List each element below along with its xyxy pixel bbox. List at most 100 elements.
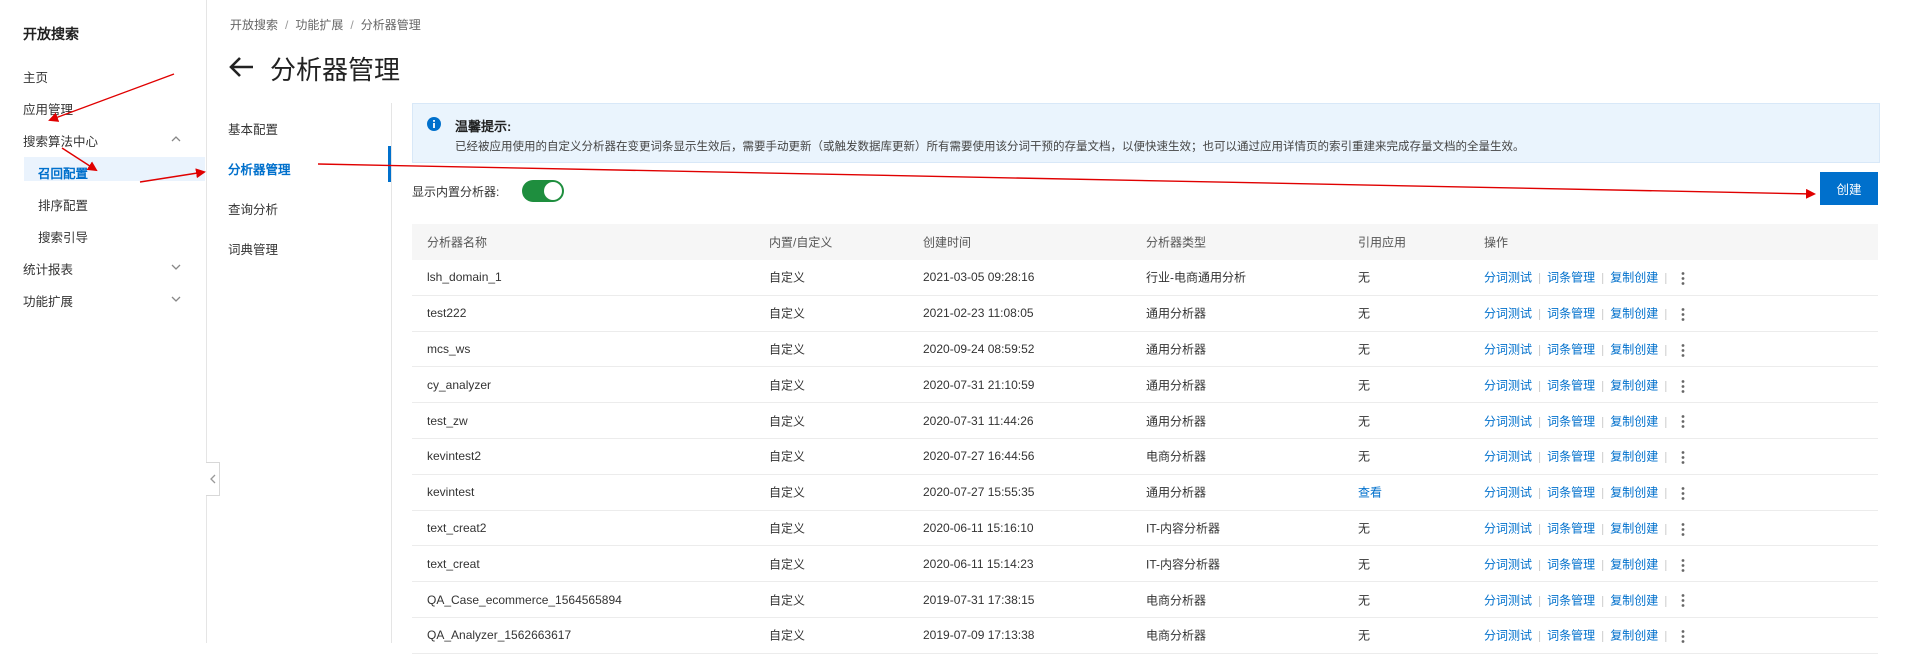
more-vertical-icon[interactable]	[1681, 379, 1685, 393]
term-management-link[interactable]: 词条管理	[1547, 486, 1595, 500]
term-management-link[interactable]: 词条管理	[1547, 557, 1595, 571]
copy-create-link[interactable]: 复制创建	[1610, 486, 1658, 500]
term-management-link[interactable]: 词条管理	[1547, 629, 1595, 643]
copy-create-link[interactable]: 复制创建	[1610, 378, 1658, 392]
created-time: 2020-06-11 15:16:10	[923, 520, 1034, 535]
referenced-apps: 无	[1358, 270, 1371, 285]
copy-create-link[interactable]: 复制创建	[1610, 521, 1658, 535]
tokenize-test-link[interactable]: 分词测试	[1484, 593, 1532, 607]
action-separator: |	[1538, 521, 1542, 536]
chevron-up-icon[interactable]	[170, 133, 182, 145]
created-time: 2020-09-24 08:59:52	[923, 341, 1035, 356]
table-row: cy_analyzer 自定义 2020-07-31 21:10:59 通用分析器 无 分…	[412, 367, 1878, 404]
copy-create-link[interactable]: 复制创建	[1610, 307, 1658, 321]
tokenize-test-link[interactable]: 分词测试	[1484, 629, 1532, 643]
tab-basic-config[interactable]: 基本配置	[228, 119, 278, 138]
table-row: kevintest2 自定义 2020-07-27 16:44:56 电商分析器 无 分词…	[412, 439, 1878, 475]
analyzer-type: 通用分析器	[1146, 342, 1207, 357]
table-row: test222 自定义 2021-02-23 11:08:05 通用分析器 无 分词测试 |…	[412, 296, 1878, 332]
term-management-link[interactable]: 词条管理	[1547, 593, 1595, 607]
chevron-down-icon[interactable]	[170, 261, 182, 273]
tokenize-test-link[interactable]: 分词测试	[1484, 414, 1532, 428]
analyzer-origin: 自定义	[769, 521, 806, 536]
more-vertical-icon[interactable]	[1681, 630, 1685, 644]
referenced-apps: 无	[1358, 378, 1371, 393]
sidebar-item-home[interactable]: 主页	[23, 67, 48, 86]
copy-create-link[interactable]: 复制创建	[1610, 271, 1658, 285]
breadcrumb: 开放搜索 / 功能扩展 / 分析器管理	[230, 16, 421, 33]
show-builtin-toggle[interactable]	[522, 180, 564, 202]
tokenize-test-link[interactable]: 分词测试	[1484, 342, 1532, 356]
copy-create-link[interactable]: 复制创建	[1610, 593, 1658, 607]
analyzer-type: IT-内容分析器	[1146, 521, 1220, 536]
chevron-down-icon[interactable]	[170, 293, 182, 305]
breadcrumb-item[interactable]: 功能扩展	[295, 18, 343, 32]
more-vertical-icon[interactable]	[1681, 272, 1685, 286]
create-button[interactable]: 创建	[1820, 172, 1878, 205]
analyzer-type: 电商分析器	[1146, 449, 1207, 464]
sidebar-item-ranking-config[interactable]: 排序配置	[38, 195, 88, 214]
table-row: mcs_ws 自定义 2020-09-24 08:59:52 通用分析器 无 分词测试 | 词…	[412, 332, 1878, 368]
term-management-link[interactable]: 词条管理	[1547, 271, 1595, 285]
breadcrumb-separator: /	[350, 18, 354, 32]
sidebar-item-search-algorithm-center[interactable]: 搜索算法中心	[23, 131, 98, 150]
sidebar-item-extensions[interactable]: 功能扩展	[23, 291, 73, 310]
more-vertical-icon[interactable]	[1681, 343, 1685, 357]
tokenize-test-link[interactable]: 分词测试	[1484, 521, 1532, 535]
term-management-link[interactable]: 词条管理	[1547, 521, 1595, 535]
referenced-apps[interactable]: 查看	[1358, 484, 1382, 501]
action-separator: |	[1601, 521, 1605, 536]
copy-create-link[interactable]: 复制创建	[1610, 342, 1658, 356]
tokenize-test-link[interactable]: 分词测试	[1484, 271, 1532, 285]
table-header: 分析器名称 内置/自定义 创建时间 分析器类型 引用应用 操作	[412, 224, 1878, 260]
show-builtin-label: 显示内置分析器:	[412, 185, 500, 199]
term-management-link[interactable]: 词条管理	[1547, 450, 1595, 464]
created-time: 2020-07-31 21:10:59	[923, 377, 1035, 392]
tokenize-test-link[interactable]: 分词测试	[1484, 557, 1532, 571]
info-icon	[427, 117, 441, 131]
more-vertical-icon[interactable]	[1681, 451, 1685, 465]
column-header: 内置/自定义	[769, 235, 833, 250]
tab-analyzer-management[interactable]: 分析器管理	[228, 159, 291, 178]
copy-create-link[interactable]: 复制创建	[1610, 414, 1658, 428]
row-actions: 分词测试 | 词条管理 | 复制创建 |	[1484, 412, 1685, 429]
more-vertical-icon[interactable]	[1681, 415, 1685, 429]
action-separator: |	[1538, 270, 1542, 285]
tab-dictionary-management[interactable]: 词典管理	[228, 239, 278, 258]
analyzer-name: mcs_ws	[427, 341, 471, 356]
table-row: QA_Analyzer_1562663617 自定义 2019-07-09 17:1…	[412, 618, 1878, 654]
term-management-link[interactable]: 词条管理	[1547, 342, 1595, 356]
more-vertical-icon[interactable]	[1681, 594, 1685, 608]
more-vertical-icon[interactable]	[1681, 558, 1685, 572]
sidebar-item-recall-config[interactable]: 召回配置	[38, 163, 88, 182]
copy-create-link[interactable]: 复制创建	[1610, 557, 1658, 571]
tokenize-test-link[interactable]: 分词测试	[1484, 450, 1532, 464]
sidebar-item-app-management[interactable]: 应用管理	[23, 99, 73, 118]
copy-create-link[interactable]: 复制创建	[1610, 629, 1658, 643]
referenced-apps: 无	[1358, 449, 1371, 464]
created-time: 2020-07-31 11:44:26	[923, 413, 1034, 428]
tokenize-test-link[interactable]: 分词测试	[1484, 378, 1532, 392]
copy-create-link[interactable]: 复制创建	[1610, 450, 1658, 464]
tokenize-test-link[interactable]: 分词测试	[1484, 307, 1532, 321]
table-row: QA_Case_ecommerce_1564565894 自定义 2019-07-3…	[412, 582, 1878, 618]
tokenize-test-link[interactable]: 分词测试	[1484, 486, 1532, 500]
more-vertical-icon[interactable]	[1681, 308, 1685, 322]
analyzer-origin: 自定义	[769, 306, 806, 321]
more-vertical-icon[interactable]	[1681, 487, 1685, 501]
more-vertical-icon[interactable]	[1681, 522, 1685, 536]
term-management-link[interactable]: 词条管理	[1547, 307, 1595, 321]
tab-query-analysis[interactable]: 查询分析	[228, 199, 278, 218]
term-management-link[interactable]: 词条管理	[1547, 378, 1595, 392]
row-actions: 分词测试 | 词条管理 | 复制创建 |	[1484, 305, 1685, 322]
analyzer-name: cy_analyzer	[427, 377, 492, 392]
sidebar-item-search-guide[interactable]: 搜索引导	[38, 227, 88, 246]
analyzer-name: kevintest2	[427, 449, 482, 464]
back-arrow-icon[interactable]	[228, 56, 256, 78]
action-separator: |	[1538, 557, 1542, 572]
term-management-link[interactable]: 词条管理	[1547, 414, 1595, 428]
action-separator: |	[1664, 270, 1668, 285]
breadcrumb-item[interactable]: 开放搜索	[230, 18, 278, 32]
sidebar-item-statistics[interactable]: 统计报表	[23, 259, 73, 278]
referenced-apps: 无	[1358, 593, 1371, 608]
